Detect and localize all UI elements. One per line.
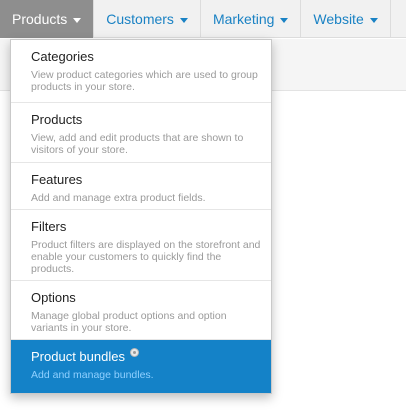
nav-customers-label: Customers	[106, 11, 174, 27]
menu-item-title: Filters	[31, 219, 67, 234]
menu-item-description: Add and manage bundles.	[31, 369, 154, 381]
menu-item-description: Add and manage extra product fields.	[31, 192, 206, 204]
menu-item-title: Features	[31, 172, 83, 187]
menu-item-product-bundles[interactable]: Product bundles Add and manage bundles.	[11, 340, 271, 393]
top-navigation: Products Customers Marketing Website	[0, 0, 406, 38]
nav-products-label: Products	[12, 11, 68, 27]
menu-item-description: View, add and edit products that are sho…	[31, 132, 244, 156]
menu-item-title-row: Product bundles	[31, 348, 261, 366]
chevron-down-icon	[280, 17, 289, 23]
chevron-down-icon	[73, 17, 82, 23]
menu-item-title: Categories	[31, 49, 94, 64]
products-dropdown-menu: Categories View product categories which…	[10, 39, 272, 394]
chevron-down-icon	[369, 17, 378, 23]
nav-marketing[interactable]: Marketing	[201, 0, 302, 38]
nav-website-label: Website	[313, 11, 364, 27]
menu-item-description: View product categories which are used t…	[31, 69, 258, 93]
menu-item-description: Product filters are displayed on the sto…	[31, 239, 261, 275]
nav-customers[interactable]: Customers	[94, 0, 201, 38]
menu-item-products[interactable]: Products View, add and edit products tha…	[11, 103, 271, 163]
nav-marketing-label: Marketing	[212, 11, 275, 27]
menu-item-title: Product bundles	[31, 349, 125, 364]
nav-products[interactable]: Products	[0, 0, 95, 38]
nav-website[interactable]: Website	[301, 0, 391, 38]
info-icon[interactable]	[129, 348, 139, 357]
menu-item-title: Products	[31, 112, 83, 127]
menu-item-title: Options	[31, 290, 76, 305]
menu-item-options[interactable]: Options Manage global product options an…	[11, 281, 271, 340]
menu-item-description: Manage global product options and option…	[31, 310, 227, 334]
menu-item-features[interactable]: Features Add and manage extra product fi…	[11, 163, 271, 210]
menu-item-filters[interactable]: Filters Product filters are displayed on…	[11, 210, 271, 281]
menu-item-categories[interactable]: Categories View product categories which…	[11, 40, 271, 103]
chevron-down-icon	[179, 17, 188, 23]
